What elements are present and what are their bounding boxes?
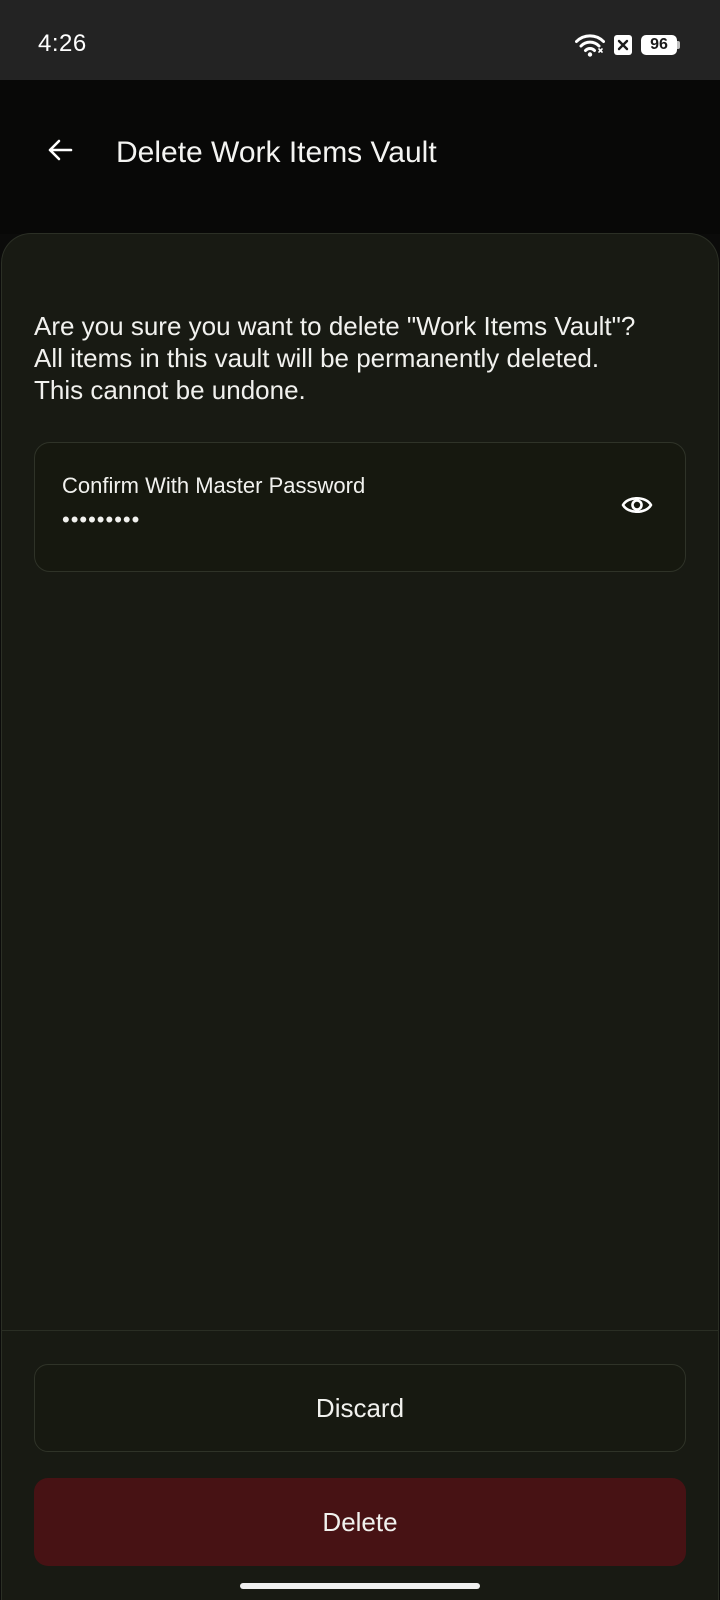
- delete-button[interactable]: Delete: [34, 1478, 686, 1566]
- battery-tip: [677, 41, 680, 49]
- page-title: Delete Work Items Vault: [116, 136, 437, 169]
- status-bar: 4:26 96: [0, 0, 720, 80]
- home-indicator[interactable]: [240, 1583, 480, 1589]
- show-password-button[interactable]: [615, 485, 659, 529]
- status-time: 4:26: [38, 30, 87, 57]
- footer-divider: [1, 1330, 719, 1331]
- status-icons: 96: [575, 32, 680, 58]
- warning-line-3: This cannot be undone.: [34, 375, 306, 405]
- battery-level: 96: [641, 35, 677, 55]
- warning-line-2: All items in this vault will be permanen…: [34, 343, 600, 373]
- back-button[interactable]: [36, 128, 84, 176]
- wifi-icon: [575, 33, 605, 57]
- eye-icon: [621, 493, 653, 522]
- password-input[interactable]: •••••••••: [62, 507, 140, 533]
- warning-message: Are you sure you want to delete "Work It…: [34, 310, 694, 406]
- warning-line-1: Are you sure you want to delete "Work It…: [34, 311, 636, 341]
- battery-icon: 96: [641, 35, 680, 55]
- close-box-icon: [613, 34, 633, 56]
- password-field-label: Confirm With Master Password: [62, 473, 366, 498]
- master-password-field[interactable]: Confirm With Master Password •••••••••: [34, 442, 686, 572]
- top-app-bar: Delete Work Items Vault: [0, 80, 720, 234]
- arrow-left-icon: [46, 136, 74, 169]
- discard-button[interactable]: Discard: [34, 1364, 686, 1452]
